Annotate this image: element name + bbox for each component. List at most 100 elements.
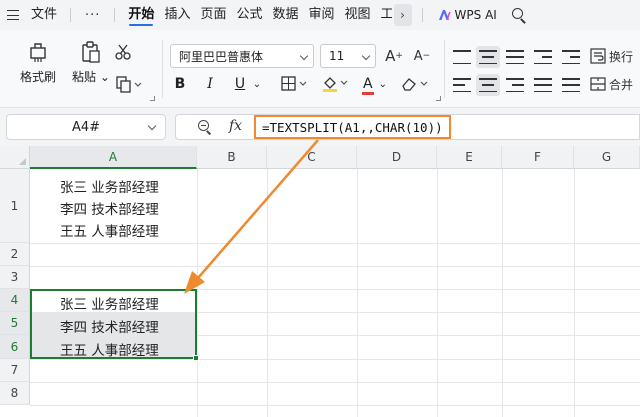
row-header-6[interactable]: 6 <box>0 335 30 359</box>
formula-input-area[interactable]: fx =TEXTSPLIT(A1,,CHAR(10)) <box>175 114 640 140</box>
selection-border <box>30 289 197 359</box>
cell-a1-line-2: 李四 技术部经理 <box>60 202 159 218</box>
row-header-8[interactable]: 8 <box>0 382 30 405</box>
clear-format-button[interactable] <box>398 74 432 94</box>
menu-bar: 文件 ··· 开始 插入 页面 公式 数据 审阅 视图 工 › WPS AI <box>0 0 640 30</box>
paste-button[interactable]: 粘贴 ⌄ <box>72 40 110 85</box>
gridline <box>30 266 640 267</box>
align-middle-icon[interactable] <box>479 50 497 64</box>
align-distributed-icon[interactable] <box>562 78 580 92</box>
tab-insert[interactable]: 插入 <box>159 0 195 30</box>
gridline <box>267 169 268 417</box>
align-left-icon[interactable] <box>453 78 471 92</box>
tab-page[interactable]: 页面 <box>195 0 231 30</box>
tab-view[interactable]: 视图 <box>340 0 376 30</box>
font-size-select[interactable]: 11 <box>320 44 376 68</box>
row-header-4[interactable]: 4 <box>0 289 30 312</box>
tab-tools-partial[interactable]: 工 <box>376 0 392 30</box>
borders-button[interactable] <box>280 74 310 94</box>
align-right-icon[interactable] <box>506 78 524 92</box>
gridline <box>30 359 640 360</box>
chevron-right-icon[interactable]: › <box>393 4 412 26</box>
format-painter-button[interactable]: 格式刷 <box>20 40 56 85</box>
menu-more-icon[interactable]: ··· <box>79 8 106 23</box>
tab-data[interactable]: 数据 <box>267 0 303 30</box>
fill-color-button[interactable] <box>320 74 350 94</box>
wrap-text-button[interactable]: 换行 <box>590 45 640 67</box>
align-bottom-icon[interactable] <box>506 50 524 64</box>
clipboard-dialog-launcher-icon[interactable] <box>150 96 155 101</box>
name-box[interactable]: A4# <box>6 114 166 140</box>
menu-file[interactable]: 文件 <box>26 0 62 30</box>
col-header-e[interactable]: E <box>437 146 502 169</box>
select-all-corner[interactable] <box>0 146 30 169</box>
gridline <box>574 169 575 417</box>
gridline <box>437 169 438 417</box>
hamburger-menu-icon[interactable] <box>0 0 26 30</box>
merge-cells-icon <box>590 77 606 91</box>
font-dialog-launcher-icon[interactable] <box>436 96 441 101</box>
indent-increase-icon[interactable] <box>562 50 580 64</box>
tab-formula[interactable]: 公式 <box>231 0 267 30</box>
scissors-icon[interactable] <box>112 42 134 62</box>
font-color-button[interactable]: A ⌄ <box>360 74 390 95</box>
cell-a1-line-3: 王五 人事部经理 <box>60 224 159 240</box>
fx-icon[interactable]: fx <box>229 118 242 134</box>
row-header-1[interactable]: 1 <box>0 169 30 243</box>
fill-handle[interactable] <box>193 355 199 361</box>
italic-button[interactable]: I <box>202 74 218 94</box>
col-header-a[interactable]: A <box>30 146 197 169</box>
tab-review[interactable]: 审阅 <box>304 0 340 30</box>
tab-home[interactable]: 开始 <box>123 0 159 30</box>
name-box-value: A4# <box>71 119 101 135</box>
col-header-c[interactable]: C <box>267 146 357 169</box>
ribbon-divider <box>162 40 163 98</box>
bold-button[interactable]: B <box>172 74 188 94</box>
gridline <box>30 405 640 406</box>
align-top-icon[interactable] <box>453 50 471 64</box>
wps-ai-logo-icon <box>438 10 451 20</box>
font-name-value: 阿里巴巴普惠体 <box>179 49 264 64</box>
row-header-2[interactable]: 2 <box>0 243 30 266</box>
chevron-down-icon <box>299 51 309 61</box>
cell-a1-line-1: 张三 业务部经理 <box>60 180 159 196</box>
row-header-5[interactable]: 5 <box>0 312 30 335</box>
merge-cells-button[interactable]: 合并 <box>590 73 640 95</box>
ribbon-divider <box>444 40 445 98</box>
border-grid-icon <box>281 76 307 91</box>
format-painter-label: 格式刷 <box>20 70 57 84</box>
grow-font-button[interactable]: A + <box>384 46 404 66</box>
wps-ai-button[interactable]: WPS AI <box>437 8 497 22</box>
search-icon[interactable] <box>511 7 527 24</box>
wps-ai-label: WPS AI <box>454 8 497 22</box>
font-size-value: 11 <box>329 49 345 63</box>
gridline <box>502 169 503 417</box>
col-header-g[interactable]: G <box>574 146 640 169</box>
paste-icon <box>82 41 100 63</box>
shrink-font-button[interactable]: A − <box>412 46 432 66</box>
ribbon-toolbar: 格式刷 粘贴 ⌄ 阿里巴巴普惠体 11 A+ A− B I U ⌄ A ⌄ <box>0 30 640 108</box>
formula-input[interactable]: =TEXTSPLIT(A1,,CHAR(10)) <box>254 115 451 139</box>
underline-options-icon[interactable]: ⌄ <box>252 74 262 94</box>
zoom-out-icon[interactable] <box>198 120 213 135</box>
chevron-down-icon <box>361 51 371 61</box>
gridline <box>30 382 640 383</box>
indent-decrease-icon[interactable] <box>534 50 552 64</box>
row-header-3[interactable]: 3 <box>0 266 30 289</box>
row-header-7[interactable]: 7 <box>0 359 30 382</box>
chevron-down-icon <box>147 121 157 131</box>
paint-bucket-icon <box>323 77 348 92</box>
gridline <box>357 169 358 417</box>
font-name-select[interactable]: 阿里巴巴普惠体 <box>170 44 314 68</box>
col-header-b[interactable]: B <box>197 146 267 169</box>
menu-divider <box>70 8 72 22</box>
menu-divider <box>421 8 423 22</box>
copy-icon[interactable] <box>114 74 144 94</box>
grow-font-icon: A <box>385 47 396 65</box>
underline-button[interactable]: U <box>232 74 248 94</box>
align-justify-icon[interactable] <box>534 78 552 92</box>
col-header-f[interactable]: F <box>502 146 574 169</box>
col-header-d[interactable]: D <box>357 146 437 169</box>
align-center-icon[interactable] <box>479 78 497 92</box>
spreadsheet-grid[interactable]: A B C D E F G 1 2 3 4 5 6 7 8 张三 业务部经理 李… <box>0 146 640 417</box>
